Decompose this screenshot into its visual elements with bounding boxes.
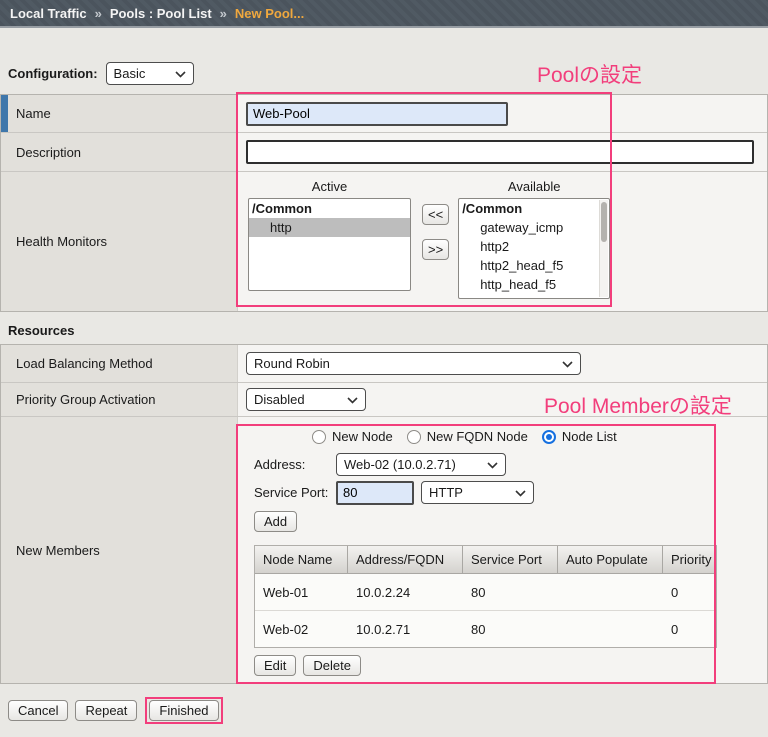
description-row: Description [1,133,767,172]
cancel-button[interactable]: Cancel [8,700,69,721]
new-members-label: New Members [16,542,100,558]
list-item[interactable]: /Common [249,199,410,218]
cell-address: 10.0.2.24 [356,584,411,600]
finished-annotation-box: Finished [145,697,223,724]
members-table-header: Node Name Address/FQDN Service Port Auto… [255,546,716,574]
radio-node-list[interactable] [541,429,556,444]
cell-address: 10.0.2.71 [356,621,411,637]
service-port-label: Service Port: [254,485,329,500]
list-item[interactable]: http_head_f5 [459,275,609,294]
cell-node-name: Web-02 [263,621,309,637]
breadcrumb-local-traffic[interactable]: Local Traffic [10,6,87,21]
table-row[interactable]: Web-02 10.0.2.71 80 0 [255,611,716,647]
name-input[interactable] [246,101,508,126]
footer-actions: Cancel Repeat Finished [8,697,768,724]
repeat-button[interactable]: Repeat [75,700,138,721]
breadcrumb-separator: » [219,5,227,21]
address-select-value: Web-02 (10.0.2.71) [344,457,456,472]
add-button[interactable]: Add [254,511,298,532]
move-to-active-button[interactable]: << [422,204,450,225]
available-list-title: Available [507,179,561,194]
breadcrumb: Local Traffic » Pools : Pool List » New … [0,0,768,28]
load-balancing-label: Load Balancing Method [16,356,153,371]
address-label: Address: [254,457,306,472]
radio-new-fqdn-node-label: New FQDN Node [426,429,528,444]
chevron-down-icon [347,397,358,404]
load-balancing-select[interactable]: Round Robin [246,352,581,375]
description-label: Description [16,144,82,160]
list-item[interactable]: gateway_icmp [459,218,609,237]
list-item[interactable]: http2_head_f5 [459,256,609,275]
cell-port: 80 [471,621,486,637]
table-row[interactable]: Web-01 10.0.2.24 80 0 [255,574,716,611]
configuration-select-value: Basic [113,65,146,81]
chevron-down-icon [487,462,498,469]
edit-button[interactable]: Edit [254,655,297,676]
protocol-select-value: HTTP [429,485,463,500]
list-item[interactable]: http [249,218,410,237]
configuration-label: Configuration: [8,65,98,81]
cell-port: 80 [471,584,486,600]
chevron-down-icon [515,490,526,497]
finished-button[interactable]: Finished [149,700,219,721]
scrollbar-thumb[interactable] [601,202,608,242]
radio-new-node-label: New Node [332,429,393,444]
move-to-available-button[interactable]: >> [422,239,450,260]
name-row: Name [1,95,767,133]
protocol-select[interactable]: HTTP [421,481,534,504]
chevron-down-icon [562,361,573,368]
header-priority: Priority [663,546,716,574]
load-balancing-row: Load Balancing Method Round Robin [1,345,767,383]
priority-group-label: Priority Group Activation [16,392,156,407]
available-monitors-listbox[interactable]: /Common gateway_icmp http2 http2_head_f5… [458,198,611,299]
members-table: Node Name Address/FQDN Service Port Auto… [254,545,717,648]
priority-group-select-value: Disabled [254,392,305,407]
service-port-input[interactable] [336,480,414,505]
chevron-down-icon [174,70,186,78]
new-members-row: New Members New Node New FQDN Node Node … [1,417,767,683]
new-pool-page: Local Traffic » Pools : Pool List » New … [0,0,768,737]
cell-node-name: Web-01 [263,584,309,600]
breadcrumb-new-pool: New Pool... [234,5,305,21]
health-monitors-row: Health Monitors Active /Common http << >… [1,172,767,311]
pool-settings-table: Name Description Health Monitors Active … [0,94,768,312]
radio-new-node[interactable] [312,429,326,444]
health-monitors-label: Health Monitors [16,234,108,249]
required-accent-bar [1,95,8,132]
breadcrumb-separator: » [94,5,102,21]
address-select[interactable]: Web-02 (10.0.2.71) [336,453,506,476]
active-monitors-listbox[interactable]: /Common http [248,198,411,291]
name-label-cell: Name [1,95,238,132]
cell-priority: 0 [671,621,679,637]
header-address-fqdn: Address/FQDN [348,546,463,574]
priority-group-row: Priority Group Activation Disabled [1,383,767,417]
header-auto-populate: Auto Populate [558,546,663,574]
cell-auto-populate [558,611,663,647]
delete-button[interactable]: Delete [303,655,361,676]
list-item[interactable]: http2 [459,237,609,256]
active-list-title: Active [311,179,348,194]
priority-group-select[interactable]: Disabled [246,388,366,411]
scrollbar-track[interactable] [599,200,609,297]
configuration-row: Configuration: Basic [8,60,768,86]
list-item[interactable]: /Common [459,199,609,218]
name-label: Name [16,106,51,121]
description-input[interactable] [246,140,754,164]
cell-priority: 0 [671,584,679,600]
header-node-name: Node Name [255,546,348,574]
configuration-select[interactable]: Basic [105,61,194,85]
resources-section-title: Resources [8,323,75,338]
member-type-radio-group: New Node New FQDN Node Node List [312,428,767,445]
cell-auto-populate [558,574,663,610]
radio-new-fqdn-node[interactable] [406,429,421,444]
load-balancing-select-value: Round Robin [254,356,330,371]
resources-table: Load Balancing Method Round Robin Priori… [0,344,768,684]
header-service-port: Service Port [463,546,558,574]
radio-node-list-label: Node List [561,429,617,444]
breadcrumb-pool-list[interactable]: Pools : Pool List [110,6,212,21]
